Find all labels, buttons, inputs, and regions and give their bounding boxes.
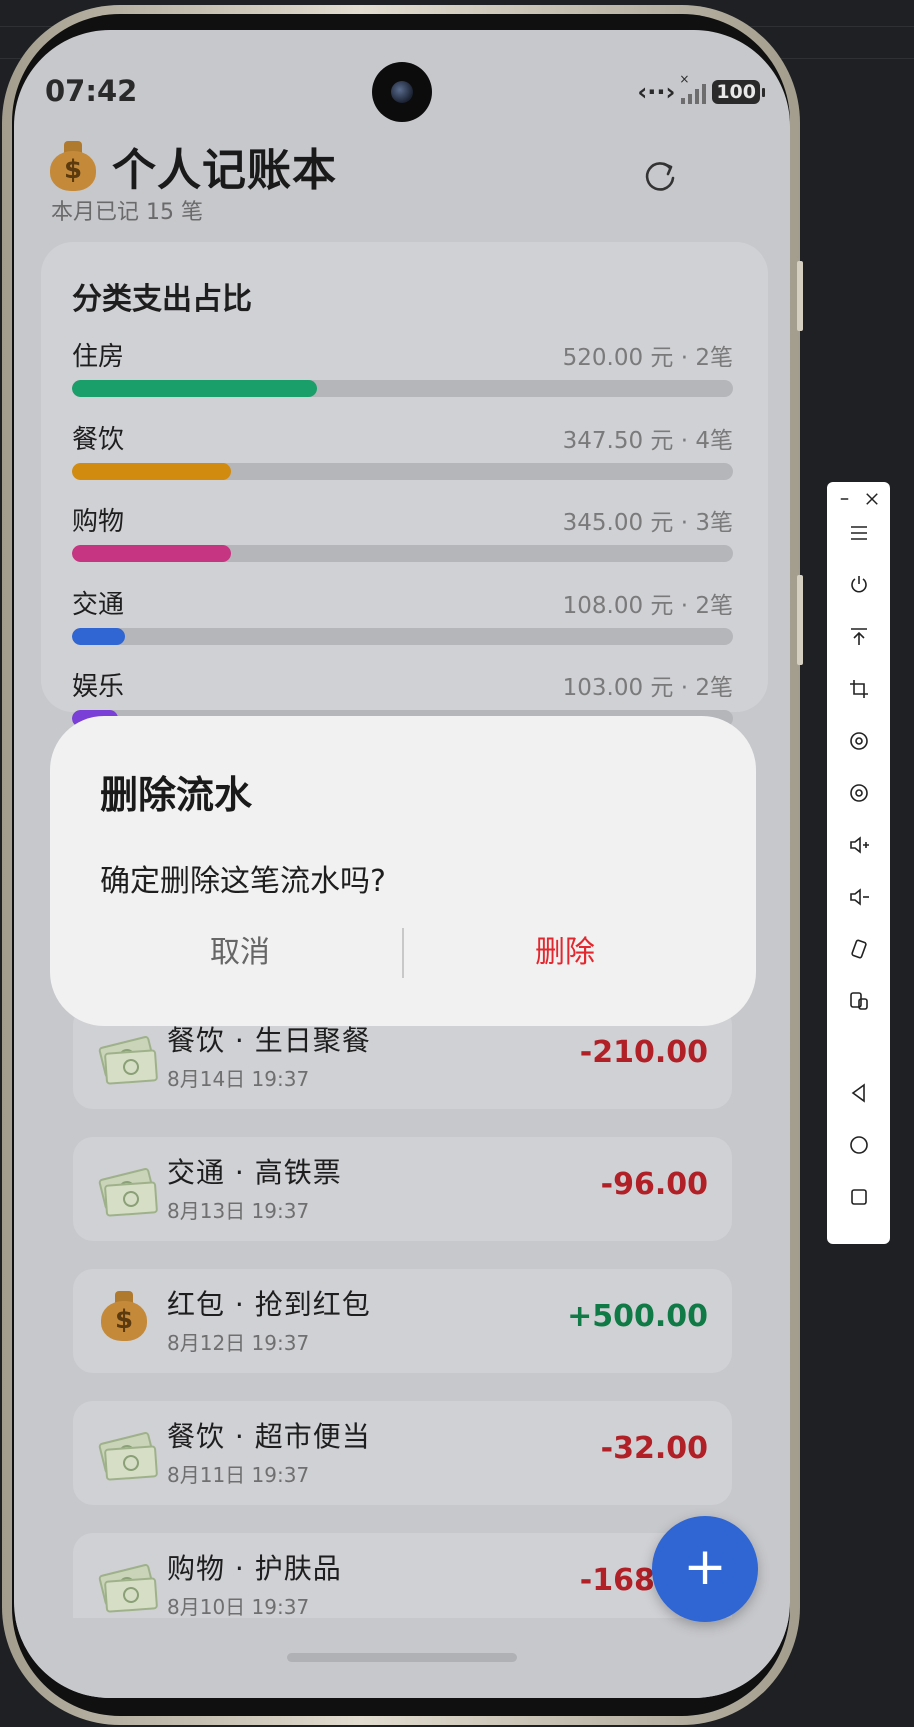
cash-icon [97,1555,159,1613]
category-amount: 520.00 元 · 2笔 [562,345,733,371]
volume-down-button[interactable] [827,882,890,912]
category-row-housing: 住房 520.00 元 · 2笔 [72,336,733,406]
category-amount: 108.00 元 · 2笔 [562,593,733,619]
button-divider [402,928,404,978]
rotate-right-button[interactable] [827,778,890,808]
emulator-toolbar [827,482,890,1244]
close-icon[interactable] [863,490,881,508]
power-icon [850,576,867,593]
transaction-title: 餐饮 · 超市便当 [167,1420,371,1453]
category-progress [72,628,733,645]
transaction-title: 购物 · 护肤品 [167,1552,342,1585]
transaction-date: 8月12日 19:37 [167,1331,310,1355]
phone-frame: 07:42 ‹··› × 100 $ 个人记账本 本月已记 15 笔 分类支出占… [2,5,803,1725]
transaction-date: 8月14日 19:37 [167,1067,310,1091]
battery-icon: 100 [712,80,765,104]
progress-fill [72,463,231,480]
transaction-amount: -210.00 [579,1035,708,1070]
rotate-left-button[interactable] [827,726,890,756]
category-breakdown-card: 分类支出占比 住房 520.00 元 · 2笔 餐饮 347.50 元 · 4笔… [41,242,768,727]
menu-button[interactable] [827,518,890,548]
menu-icon [850,526,867,540]
category-row-dining: 餐饮 347.50 元 · 4笔 [72,419,733,489]
phone-screen: 07:42 ‹··› × 100 $ 个人记账本 本月已记 15 笔 分类支出占… [14,30,790,1698]
add-transaction-button[interactable]: + [652,1516,758,1622]
money-bag-icon: $ [50,141,96,191]
home-button[interactable] [827,1130,890,1160]
transaction-item[interactable]: $ 红包 · 抢到红包 8月12日 19:37 +500.00 [73,1269,732,1373]
app-title: 个人记账本 [112,145,337,196]
status-icons: ‹··› × 100 [637,72,765,106]
transaction-date: 8月13日 19:37 [167,1199,310,1223]
multi-device-button[interactable] [827,986,890,1016]
volume-down-icon [849,888,869,906]
transaction-amount: +500.00 [567,1299,708,1334]
crop-button[interactable] [827,674,890,704]
category-amount: 347.50 元 · 4笔 [562,428,733,454]
category-progress [72,463,733,480]
progress-fill [72,545,231,562]
power-button[interactable] [827,570,890,600]
back-icon [851,1083,865,1103]
crop-icon [849,680,868,698]
home-icon [849,1136,868,1154]
minimize-icon[interactable] [837,490,855,508]
transaction-title: 交通 · 高铁票 [167,1156,342,1189]
cancel-button[interactable]: 取消 [90,928,390,978]
category-progress [72,380,733,397]
refresh-icon[interactable] [640,156,680,196]
cash-icon [97,1159,159,1217]
record-count: 本月已记 15 笔 [51,200,203,225]
status-time: 07:42 [45,74,138,108]
transaction-title: 红包 · 抢到红包 [167,1288,371,1321]
data-transfer-icon: ‹··› [637,78,676,106]
multi-device-icon [849,992,868,1010]
delete-confirm-dialog: 删除流水 确定删除这笔流水吗? 取消 删除 [50,716,756,1026]
category-name: 娱乐 [72,672,125,702]
volume-up-button[interactable] [827,830,890,860]
category-name: 住房 [72,342,125,372]
category-row-shopping: 购物 345.00 元 · 3笔 [72,501,733,571]
transaction-amount: -32.00 [600,1431,708,1466]
rotate-device-button[interactable] [827,934,890,964]
volume-up-icon [849,836,869,854]
volume-button [797,261,803,331]
progress-fill [72,628,125,645]
transaction-date: 8月10日 19:37 [167,1595,310,1619]
rotate-device-icon [850,939,867,959]
app-header: $ 个人记账本 [50,134,337,198]
back-button[interactable] [827,1078,890,1108]
category-name: 餐饮 [72,425,125,455]
home-indicator[interactable] [287,1653,517,1662]
transaction-amount: -96.00 [600,1167,708,1202]
category-progress [72,545,733,562]
power-button [797,575,803,665]
recents-icon [850,1189,867,1205]
rotate-left-icon [849,732,868,750]
toolbar-window-controls [827,484,890,514]
transaction-item[interactable]: 餐饮 · 超市便当 8月11日 19:37 -32.00 [73,1401,732,1505]
signal-icon: × [679,72,707,104]
category-amount: 103.00 元 · 2笔 [562,675,733,701]
rotate-right-icon [849,784,868,802]
transaction-item[interactable]: 交通 · 高铁票 8月13日 19:37 -96.00 [73,1137,732,1241]
delete-button[interactable]: 删除 [415,928,715,978]
category-name: 购物 [72,507,125,537]
upload-button[interactable] [827,622,890,652]
recents-button[interactable] [827,1182,890,1212]
upload-icon [850,628,867,645]
cash-icon [97,1423,159,1481]
front-camera [372,62,432,122]
category-amount: 345.00 元 · 3笔 [562,510,733,536]
progress-fill [72,380,317,397]
category-row-transport: 交通 108.00 元 · 2笔 [72,584,733,654]
category-name: 交通 [72,590,125,620]
card-title: 分类支出占比 [72,282,252,317]
cash-icon [97,1027,159,1085]
dialog-title: 删除流水 [100,773,253,817]
money-bag-icon: $ [97,1291,153,1347]
transaction-date: 8月11日 19:37 [167,1463,310,1487]
dialog-message: 确定删除这笔流水吗? [100,864,386,899]
